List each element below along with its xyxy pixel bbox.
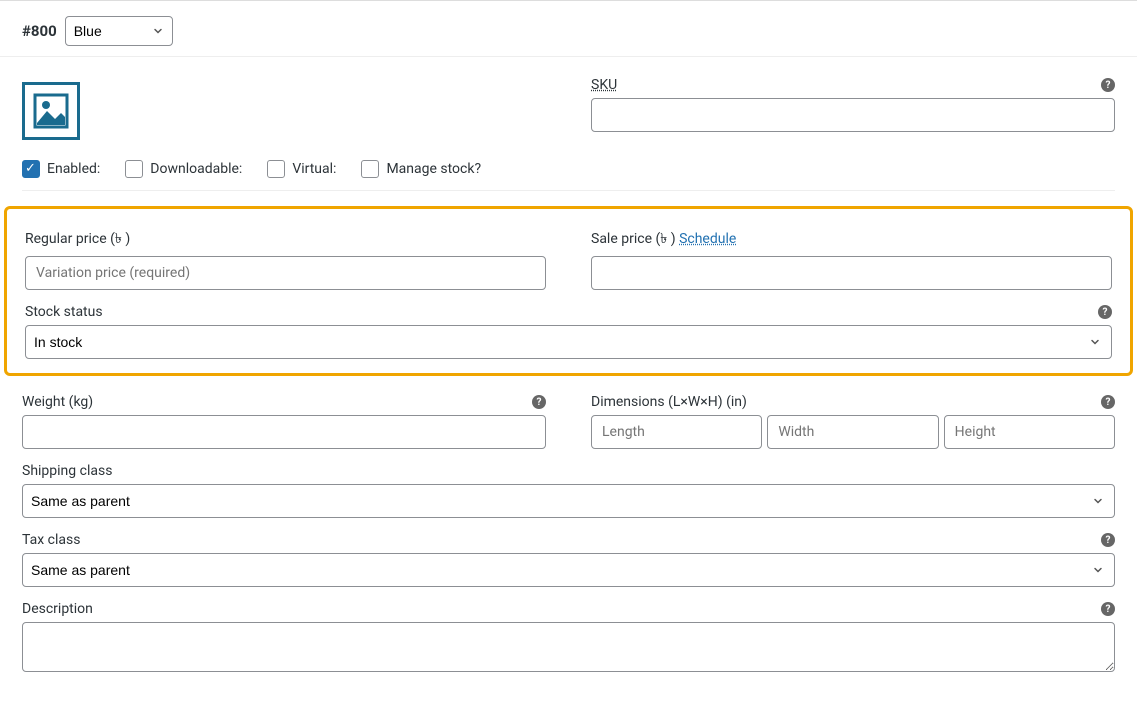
downloadable-checkbox-input[interactable] — [125, 160, 143, 178]
sku-input[interactable] — [591, 98, 1115, 132]
height-input[interactable] — [944, 415, 1115, 449]
description-textarea[interactable] — [22, 622, 1115, 672]
virtual-checkbox-input[interactable] — [267, 160, 285, 178]
sku-label: SKU — [591, 77, 617, 93]
virtual-checkbox[interactable]: Virtual: — [267, 160, 336, 178]
help-icon[interactable]: ? — [532, 395, 546, 409]
help-icon[interactable]: ? — [1101, 533, 1115, 547]
manage-stock-label: Manage stock? — [386, 161, 481, 177]
manage-stock-checkbox-input[interactable] — [361, 160, 379, 178]
virtual-label: Virtual: — [292, 161, 336, 177]
help-icon[interactable]: ? — [1098, 305, 1112, 319]
downloadable-checkbox[interactable]: Downloadable: — [125, 160, 242, 178]
manage-stock-checkbox[interactable]: Manage stock? — [361, 160, 481, 178]
regular-price-label: Regular price (৳ ) — [25, 227, 130, 251]
tax-class-select[interactable]: Same as parent — [22, 553, 1115, 587]
help-icon[interactable]: ? — [1101, 602, 1115, 616]
variation-id: #800 — [22, 22, 57, 40]
enabled-label: Enabled: — [47, 161, 100, 177]
sale-price-input[interactable] — [591, 256, 1112, 290]
regular-price-input[interactable] — [25, 256, 546, 290]
stock-status-label: Stock status — [25, 304, 103, 320]
stock-status-select[interactable]: In stock — [25, 325, 1112, 359]
enabled-checkbox-input[interactable] — [22, 160, 40, 178]
attribute-select[interactable]: Blue — [65, 16, 173, 46]
dimensions-label: Dimensions (L×W×H) (in) — [591, 394, 747, 410]
shipping-class-select[interactable]: Same as parent — [22, 484, 1115, 518]
enabled-checkbox[interactable]: Enabled: — [22, 160, 100, 178]
shipping-class-label: Shipping class — [22, 463, 112, 479]
weight-label: Weight (kg) — [22, 394, 93, 410]
variation-image-upload[interactable] — [22, 82, 80, 140]
schedule-link[interactable]: Schedule — [679, 231, 736, 247]
sale-price-label: Sale price (৳ ) — [591, 231, 679, 247]
help-icon[interactable]: ? — [1101, 395, 1115, 409]
description-label: Description — [22, 601, 93, 617]
downloadable-label: Downloadable: — [150, 161, 242, 177]
tax-class-label: Tax class — [22, 532, 80, 548]
image-placeholder-icon — [31, 91, 71, 131]
length-input[interactable] — [591, 415, 762, 449]
help-icon[interactable]: ? — [1101, 78, 1115, 92]
width-input[interactable] — [767, 415, 938, 449]
pricing-highlight: Regular price (৳ ) Sale price (৳ ) Sched… — [4, 206, 1133, 376]
weight-input[interactable] — [22, 415, 546, 449]
